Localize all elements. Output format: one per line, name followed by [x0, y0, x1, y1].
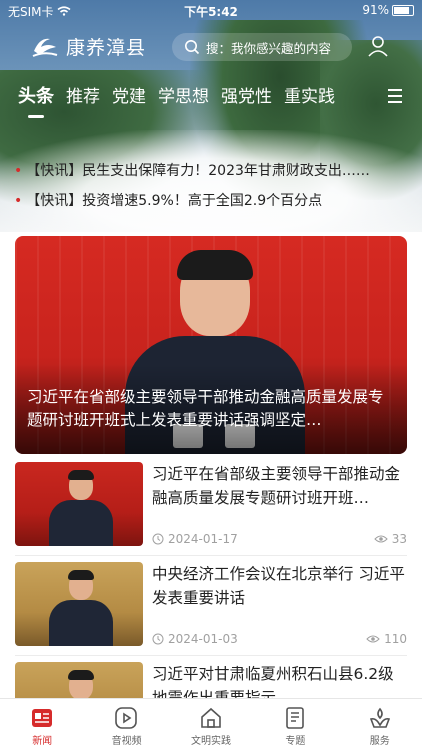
news-ticker-item[interactable]: • 【快讯】民生支出保障有力！2023年甘肃财政支出……	[14, 160, 410, 180]
search-icon	[185, 40, 200, 55]
clock-icon	[152, 533, 164, 545]
tab-study-thought[interactable]: 学思想	[158, 82, 209, 112]
news-icon	[32, 709, 52, 727]
search-placeholder: 搜：我你感兴趣的内容	[206, 40, 332, 56]
app-name: 康养漳县	[66, 36, 147, 59]
news-thumbnail	[15, 562, 143, 646]
channel-tabs: 头条 推荐 党建 学思想 强党性 重实践	[18, 82, 347, 112]
tab-video[interactable]: 音视频	[84, 699, 168, 751]
menu-icon[interactable]	[386, 87, 404, 105]
clock-icon	[152, 633, 164, 645]
video-icon	[115, 707, 138, 729]
tab-party-spirit[interactable]: 强党性	[221, 82, 272, 112]
news-ticker-item[interactable]: • 【快讯】投资增速5.9%！高于全国2.9个百分点	[14, 190, 410, 210]
battery-indicator: 91%	[362, 3, 414, 17]
tab-practice[interactable]: 重实践	[284, 82, 335, 112]
tab-recommend[interactable]: 推荐	[66, 82, 100, 112]
eye-icon	[374, 535, 388, 543]
home-icon	[200, 707, 221, 728]
tab-civilization-practice[interactable]: 文明实践	[169, 699, 253, 751]
user-icon[interactable]	[366, 34, 390, 58]
news-meta: 2024-01-17 33	[152, 532, 407, 548]
clock: 下午5:42	[184, 5, 238, 19]
featured-article[interactable]: 习近平在省部级主要领导干部推动金融高质量发展专题研讨班开班式上发表重要讲话强调坚…	[15, 236, 407, 454]
status-bar: 无SIM卡 下午5:42 91%	[0, 0, 422, 22]
news-thumbnail	[15, 462, 143, 546]
logo-icon	[32, 38, 58, 57]
list-item[interactable]: 中央经济工作会议在北京举行 习近平发表重要讲话 2024-01-03 110	[15, 562, 407, 652]
bullet-icon: •	[14, 163, 23, 179]
tab-services[interactable]: 服务	[338, 699, 422, 751]
active-tab-indicator	[28, 115, 44, 118]
service-icon	[369, 707, 390, 728]
list-item[interactable]: 习近平在省部级主要领导干部推动金融高质量发展专题研讨班开班… 2024-01-1…	[15, 462, 407, 552]
cloud-decoration	[0, 130, 422, 232]
news-title: 习近平在省部级主要领导干部推动金融高质量发展专题研讨班开班…	[152, 465, 401, 507]
search-input[interactable]: 搜：我你感兴趣的内容	[172, 33, 352, 61]
topic-icon	[286, 707, 304, 729]
featured-title: 习近平在省部级主要领导干部推动金融高质量发展专题研讨班开班式上发表重要讲话强调坚…	[27, 388, 384, 429]
app-logo: 康养漳县	[30, 30, 146, 62]
eye-icon	[366, 635, 380, 643]
list-item[interactable]: 习近平对甘肃临夏州积石山县6.2级地震作出重要指示	[15, 662, 407, 698]
tab-news[interactable]: 新闻	[0, 699, 84, 751]
news-meta: 2024-01-03 110	[152, 632, 407, 648]
news-thumbnail	[15, 662, 143, 698]
news-title: 习近平对甘肃临夏州积石山县6.2级地震作出重要指示	[152, 665, 394, 698]
tab-party-building[interactable]: 党建	[112, 82, 146, 112]
divider	[15, 655, 407, 656]
battery-icon	[392, 5, 414, 16]
divider	[15, 555, 407, 556]
news-title: 中央经济工作会议在北京举行 习近平发表重要讲话	[152, 565, 405, 607]
bottom-tab-bar: 新闻 音视频 文明实践 专题 服务	[0, 698, 422, 751]
bullet-icon: •	[14, 193, 23, 209]
tab-headlines[interactable]: 头条	[18, 82, 54, 112]
tab-topics[interactable]: 专题	[253, 699, 337, 751]
